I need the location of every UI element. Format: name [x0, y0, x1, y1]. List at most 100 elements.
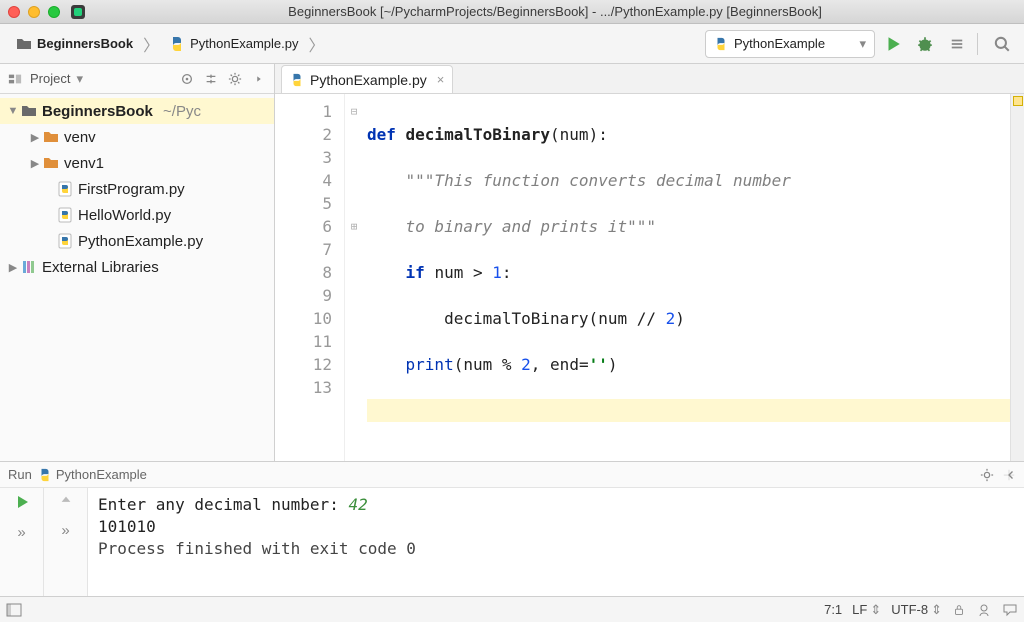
inspector-icon[interactable] — [976, 602, 992, 618]
more-nav-actions[interactable]: » — [61, 522, 69, 539]
inspection-warning-marker[interactable] — [1013, 96, 1023, 106]
line-number-gutter[interactable]: 1 2 3 4 5 6 7 8 9 10 11 12 13 — [275, 94, 345, 461]
debug-button[interactable] — [911, 30, 939, 58]
chevron-down-icon[interactable]: ▾ — [76, 71, 83, 87]
folder-icon — [42, 154, 60, 172]
up-stack-icon[interactable] — [59, 494, 73, 508]
code-token: if — [406, 263, 435, 282]
code-token: """This function converts decimal number — [406, 171, 791, 190]
breadcrumb-project-label: BeginnersBook — [37, 36, 133, 51]
run-configuration-dropdown[interactable]: PythonExample ▾ — [705, 30, 875, 58]
folder-icon — [16, 36, 32, 52]
run-tool-config-label: PythonExample — [56, 467, 147, 482]
run-tool-label: Run — [8, 467, 32, 482]
hide-panel-icon[interactable] — [1002, 468, 1016, 482]
line-number: 7 — [275, 238, 332, 261]
code-token: , end= — [531, 355, 589, 374]
code-token: ) — [608, 355, 618, 374]
minimize-window-button[interactable] — [28, 6, 40, 18]
run-tool-header: Run PythonExample — [0, 462, 1024, 488]
tree-item-label: PythonExample.py — [78, 233, 203, 250]
tree-folder-venv1[interactable]: ▶ venv1 — [0, 150, 274, 176]
tree-item-label: FirstProgram.py — [78, 181, 185, 198]
disclose-open-icon[interactable]: ▼ — [6, 105, 20, 117]
python-icon — [38, 468, 52, 482]
breadcrumb-project[interactable]: BeginnersBook — [8, 30, 141, 58]
project-panel-header: Project ▾ — [0, 64, 274, 94]
editor-tab-pythonexample[interactable]: PythonExample.py × — [281, 65, 453, 93]
code-token: def — [367, 125, 406, 144]
feedback-icon[interactable] — [1002, 602, 1018, 618]
line-number: 3 — [275, 146, 332, 169]
line-number: 4 — [275, 169, 332, 192]
run-tool-window: Run PythonExample » » Enter any decimal … — [0, 461, 1024, 596]
editor-tab-strip: PythonExample.py × — [275, 64, 1024, 94]
tree-root[interactable]: ▼ BeginnersBook ~/Pyc — [0, 98, 274, 124]
run-actions-column: » — [0, 488, 44, 596]
search-everywhere-button[interactable] — [988, 30, 1016, 58]
fold-open-icon[interactable]: ⊟ — [345, 100, 363, 123]
line-ending-selector[interactable]: LF⇕ — [852, 602, 881, 618]
line-number: 6 — [275, 215, 332, 238]
fold-gutter[interactable]: ⊟ ⊞ — [345, 94, 363, 461]
settings-gear-icon[interactable] — [226, 70, 244, 88]
python-file-icon — [56, 180, 74, 198]
console-prompt: Enter any decimal number: — [98, 495, 348, 514]
tree-folder-venv[interactable]: ▶ venv — [0, 124, 274, 150]
code-token: to binary and prints it""" — [406, 217, 656, 236]
python-icon — [290, 73, 304, 87]
disclose-closed-icon[interactable]: ▶ — [28, 157, 42, 170]
run-configuration-label: PythonExample — [734, 36, 825, 51]
close-window-button[interactable] — [8, 6, 20, 18]
toggle-tool-windows-icon[interactable] — [6, 602, 22, 618]
tree-file-pythonexample[interactable]: PythonExample.py — [0, 228, 274, 254]
hide-panel-icon[interactable] — [250, 70, 268, 88]
line-number: 12 — [275, 353, 332, 376]
line-number: 10 — [275, 307, 332, 330]
rerun-button[interactable] — [14, 494, 30, 510]
console-output[interactable]: Enter any decimal number: 42 101010 Proc… — [88, 488, 1024, 596]
disclose-closed-icon[interactable]: ▶ — [28, 131, 42, 144]
settings-gear-icon[interactable] — [980, 468, 994, 482]
window-controls — [8, 6, 60, 18]
libraries-icon — [20, 258, 38, 276]
code-token: decimalToBinary — [406, 125, 551, 144]
project-tree[interactable]: ▼ BeginnersBook ~/Pyc ▶ venv ▶ venv1 Fir… — [0, 94, 274, 461]
console-user-input: 42 — [348, 495, 367, 514]
editor-tab-label: PythonExample.py — [310, 72, 427, 88]
collapse-all-icon[interactable] — [202, 70, 220, 88]
code-token: '' — [589, 355, 608, 374]
python-file-icon — [56, 206, 74, 224]
status-bar: 7:1 LF⇕ UTF-8⇕ — [0, 596, 1024, 622]
tree-file-helloworld[interactable]: HelloWorld.py — [0, 202, 274, 228]
fold-close-icon[interactable]: ⊞ — [345, 215, 363, 238]
tree-root-path: ~/Pyc — [159, 103, 201, 120]
folder-icon — [42, 128, 60, 146]
console-exit-line: Process finished with exit code 0 — [98, 538, 1014, 560]
zoom-window-button[interactable] — [48, 6, 60, 18]
editor-body[interactable]: 1 2 3 4 5 6 7 8 9 10 11 12 13 ⊟ ⊞ def de… — [275, 94, 1024, 461]
encoding-selector[interactable]: UTF-8⇕ — [891, 602, 942, 618]
breadcrumb-file[interactable]: PythonExample.py — [161, 30, 306, 58]
run-button[interactable] — [879, 30, 907, 58]
run-nav-column: » — [44, 488, 88, 596]
scroll-from-source-icon[interactable] — [178, 70, 196, 88]
code-token: 2 — [521, 355, 531, 374]
disclose-closed-icon[interactable]: ▶ — [6, 261, 20, 274]
project-panel-title: Project — [30, 71, 70, 86]
editor-scrollbar[interactable] — [1010, 94, 1024, 461]
python-file-icon — [56, 232, 74, 250]
more-actions-button[interactable] — [943, 30, 971, 58]
close-tab-icon[interactable]: × — [433, 72, 445, 87]
caret-position[interactable]: 7:1 — [824, 602, 842, 617]
line-number: 9 — [275, 284, 332, 307]
tree-external-libraries[interactable]: ▶ External Libraries — [0, 254, 274, 280]
lock-icon[interactable] — [952, 603, 966, 617]
tree-file-firstprogram[interactable]: FirstProgram.py — [0, 176, 274, 202]
code-area[interactable]: def decimalToBinary(num): """This functi… — [363, 94, 1010, 461]
module-icon — [20, 102, 38, 120]
code-token: num > — [434, 263, 492, 282]
line-number: 5 — [275, 192, 332, 215]
console-stdout: 101010 — [98, 516, 1014, 538]
more-run-actions[interactable]: » — [17, 524, 25, 541]
